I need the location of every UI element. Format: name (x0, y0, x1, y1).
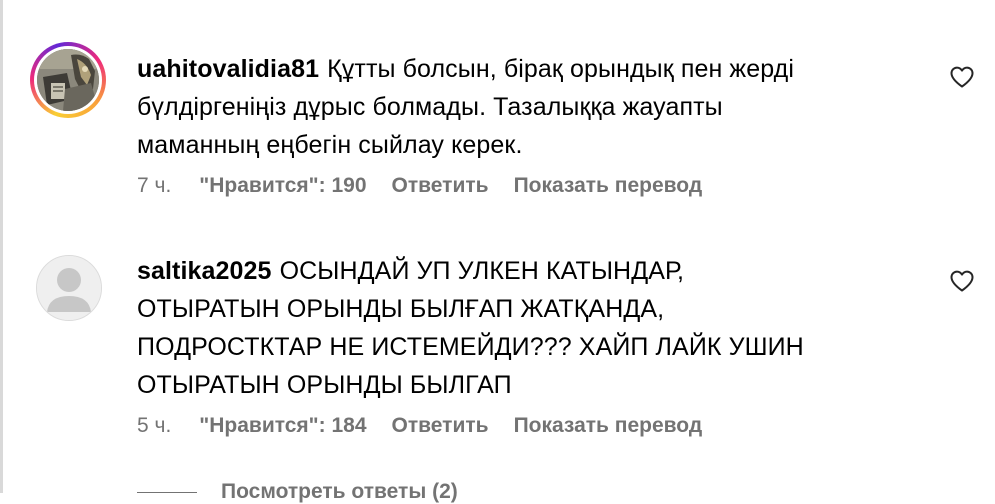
comment-text-line: ОТЫРАТЫН ОРЫНДЫ БЫЛГАП (137, 371, 512, 399)
avatar[interactable] (30, 249, 106, 325)
avatar-photo (37, 49, 99, 111)
window-left-border (0, 0, 3, 493)
user-silhouette-icon (37, 256, 101, 320)
comment-like-count[interactable]: "Нравится": 184 (199, 414, 366, 438)
show-translation-button[interactable]: Показать перевод (514, 414, 703, 438)
heart-outline-icon[interactable] (950, 270, 974, 292)
default-avatar (36, 255, 102, 321)
comment-time[interactable]: 7 ч. (137, 174, 171, 198)
comment-text-line: маманның еңбегін сыйлау керек. (137, 131, 523, 159)
comment-text-line: бүлдіргеніңіз дұрыс болмады. Тазалыққа ж… (137, 93, 723, 121)
comment-text: saltika2025 ОСЫНДАЙ УП УЛКЕН КАТЫНДАР, ОТ… (137, 252, 917, 404)
view-replies-button[interactable]: Посмотреть ответы (2) (137, 480, 458, 504)
avatar-photo-image (37, 49, 99, 111)
story-ring (30, 42, 106, 118)
avatar[interactable] (30, 42, 106, 118)
comment-meta: 5 ч. "Нравится": 184 Ответить Показать п… (137, 414, 727, 438)
reply-button[interactable]: Ответить (392, 414, 489, 438)
comment-text-line: ОТЫРАТЫН ОРЫНДЫ БЫЛҒАП ЖАТҚАНДА, (137, 295, 665, 323)
comment-meta: 7 ч. "Нравится": 190 Ответить Показать п… (137, 174, 727, 198)
heart-outline-icon[interactable] (950, 66, 974, 88)
comment-text: uahitovalidia81 Құтты болсын, бірақ орынд… (137, 50, 917, 164)
show-translation-button[interactable]: Показать перевод (514, 174, 703, 198)
comment-like-count[interactable]: "Нравится": 190 (199, 174, 366, 198)
comment-text-line: Құтты болсын, бірақ орындық пен жерді (327, 55, 795, 83)
comment-line: uahitovalidia81 Құтты болсын, бірақ орынд… (137, 50, 917, 88)
comment-time[interactable]: 5 ч. (137, 414, 171, 438)
reply-button[interactable]: Ответить (392, 174, 489, 198)
view-replies-label[interactable]: Посмотреть ответы (2) (221, 480, 458, 504)
comment-line: saltika2025 ОСЫНДАЙ УП УЛКЕН КАТЫНДАР, (137, 252, 917, 290)
comment-text-line: ОСЫНДАЙ УП УЛКЕН КАТЫНДАР, (279, 257, 685, 285)
comment-username[interactable]: saltika2025 (137, 257, 272, 285)
view-replies-divider (137, 491, 197, 493)
comment-username[interactable]: uahitovalidia81 (137, 55, 319, 83)
comment-text-line: ПОДРОСТКТАР НЕ ИСТЕМЕЙДИ??? ХАЙП ЛАЙК УШ… (137, 333, 804, 361)
